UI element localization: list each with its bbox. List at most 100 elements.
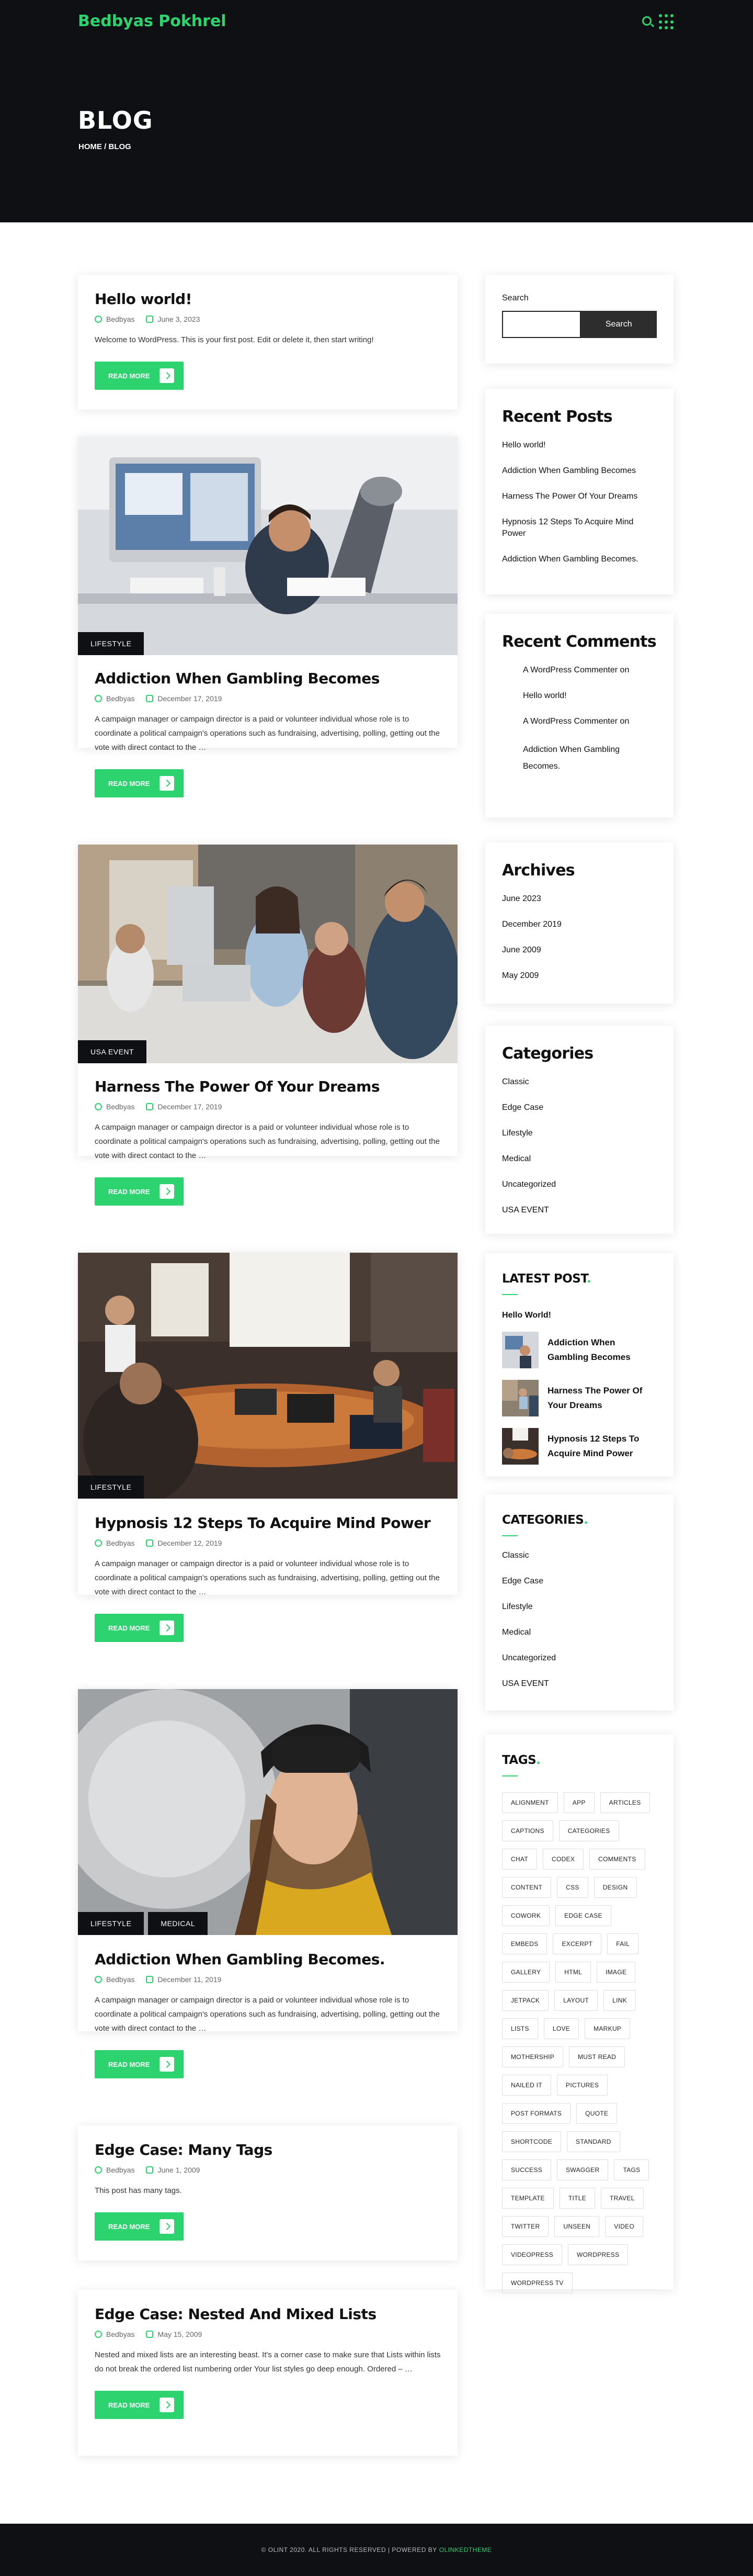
tag-chip[interactable]: ARTICLES bbox=[600, 1792, 650, 1813]
tag-chip[interactable]: GALLERY bbox=[502, 1962, 550, 1983]
comment-post-link[interactable]: Hello world! bbox=[523, 690, 657, 702]
tag-chip[interactable]: SUCCESS bbox=[502, 2159, 552, 2180]
latest-first-post[interactable]: Hello World! bbox=[502, 1311, 657, 1320]
tag-chip[interactable]: PICTURES bbox=[557, 2075, 608, 2096]
tag-chip[interactable]: APP bbox=[563, 1792, 595, 1813]
list-item[interactable]: Hypnosis 12 Steps To Acquire Mind Power bbox=[502, 516, 657, 539]
read-more-button[interactable]: READ MORE bbox=[95, 2391, 184, 2419]
list-item[interactable]: June 2009 bbox=[502, 944, 657, 956]
list-item[interactable]: Lifestyle bbox=[502, 1601, 657, 1613]
post-date[interactable]: December 12, 2019 bbox=[157, 1539, 222, 1547]
tag-chip[interactable]: WORDPRESS TV bbox=[502, 2273, 573, 2293]
tag-chip[interactable]: LISTS bbox=[502, 2018, 538, 2039]
tag-chip[interactable]: WORDPRESS bbox=[568, 2244, 629, 2265]
category-badge[interactable]: MEDICAL bbox=[148, 1912, 208, 1935]
tag-chip[interactable]: COWORK bbox=[502, 1905, 550, 1926]
comment-author[interactable]: A WordPress Commenter on bbox=[523, 665, 657, 676]
read-more-button[interactable]: READ MORE bbox=[95, 1177, 184, 1206]
post-title[interactable]: Hypnosis 12 Steps To Acquire Mind Power bbox=[95, 1514, 441, 1532]
tag-chip[interactable]: MOTHERSHIP bbox=[502, 2046, 564, 2067]
tag-chip[interactable]: FAIL bbox=[607, 1933, 639, 1954]
post-author[interactable]: Bedbyas bbox=[106, 2166, 134, 2174]
list-item[interactable]: Uncategorized bbox=[502, 1652, 657, 1664]
list-item[interactable]: Edge Case bbox=[502, 1576, 657, 1587]
latest-post-item[interactable]: Harness The Power Of Your Dreams bbox=[502, 1380, 657, 1416]
post-date[interactable]: May 15, 2009 bbox=[157, 2330, 202, 2338]
footer-link[interactable]: OLINKEDTHEME bbox=[439, 2546, 492, 2553]
tag-chip[interactable]: EMBEDS bbox=[502, 1933, 547, 1954]
post-date[interactable]: December 17, 2019 bbox=[157, 694, 222, 703]
list-item[interactable]: Addiction When Gambling Becomes bbox=[502, 465, 657, 477]
tag-chip[interactable]: NAILED IT bbox=[502, 2075, 552, 2096]
tag-chip[interactable]: EDGE CASE bbox=[555, 1905, 611, 1926]
tag-chip[interactable]: CONTENT bbox=[502, 1877, 552, 1898]
read-more-button[interactable]: READ MORE bbox=[95, 362, 184, 390]
tag-chip[interactable]: LOVE bbox=[543, 2018, 579, 2039]
post-image[interactable]: LIFESTYLE bbox=[78, 436, 458, 655]
comment-post-link[interactable]: Addiction When Gambling Becomes. bbox=[523, 741, 657, 775]
post-date[interactable]: June 3, 2023 bbox=[157, 315, 200, 323]
read-more-button[interactable]: READ MORE bbox=[95, 2050, 184, 2078]
list-item[interactable]: May 2009 bbox=[502, 970, 657, 982]
category-badge[interactable]: LIFESTYLE bbox=[78, 1912, 144, 1935]
tag-chip[interactable]: HTML bbox=[555, 1962, 591, 1983]
post-image[interactable]: LIFESTYLE bbox=[78, 1253, 458, 1499]
list-item[interactable]: Addiction When Gambling Becomes. bbox=[502, 554, 657, 565]
comment-author[interactable]: A WordPress Commenter on bbox=[523, 716, 657, 727]
post-author[interactable]: Bedbyas bbox=[106, 315, 134, 323]
latest-post-item[interactable]: Addiction When Gambling Becomes bbox=[502, 1332, 657, 1368]
menu-grid-icon[interactable] bbox=[659, 14, 675, 30]
tag-chip[interactable]: VIDEO bbox=[605, 2216, 644, 2237]
search-input[interactable] bbox=[502, 311, 581, 338]
tag-chip[interactable]: EXCERPT bbox=[553, 1933, 602, 1954]
post-title[interactable]: Harness The Power Of Your Dreams bbox=[95, 1078, 441, 1095]
post-author[interactable]: Bedbyas bbox=[106, 1103, 134, 1111]
tag-chip[interactable]: IMAGE bbox=[597, 1962, 636, 1983]
search-button[interactable]: Search bbox=[580, 311, 657, 338]
category-badge[interactable]: LIFESTYLE bbox=[78, 632, 144, 655]
post-title[interactable]: Addiction When Gambling Becomes bbox=[95, 670, 441, 687]
tag-chip[interactable]: CODEX bbox=[542, 1849, 584, 1870]
post-author[interactable]: Bedbyas bbox=[106, 1539, 134, 1547]
read-more-button[interactable]: READ MORE bbox=[95, 1614, 184, 1642]
tag-chip[interactable]: TRAVEL bbox=[601, 2188, 644, 2209]
tag-chip[interactable]: COMMENTS bbox=[589, 1849, 645, 1870]
post-image[interactable]: USA EVENT bbox=[78, 845, 458, 1063]
tag-chip[interactable]: CATEGORIES bbox=[558, 1820, 619, 1841]
latest-post-title[interactable]: Hypnosis 12 Steps To Acquire Mind Power bbox=[547, 1432, 657, 1461]
tag-chip[interactable]: MUST READ bbox=[569, 2046, 625, 2067]
post-title[interactable]: Hello world! bbox=[95, 290, 441, 308]
list-item[interactable]: Medical bbox=[502, 1627, 657, 1638]
tag-chip[interactable]: MARKUP bbox=[585, 2018, 631, 2039]
tag-chip[interactable]: SHORTCODE bbox=[502, 2131, 562, 2152]
post-date[interactable]: December 17, 2019 bbox=[157, 1103, 222, 1111]
tag-chip[interactable]: TEMPLATE bbox=[502, 2188, 554, 2209]
tag-chip[interactable]: DESIGN bbox=[594, 1877, 637, 1898]
tag-chip[interactable]: CAPTIONS bbox=[502, 1820, 553, 1841]
tag-chip[interactable]: TITLE bbox=[559, 2188, 596, 2209]
tag-chip[interactable]: UNSEEN bbox=[554, 2216, 600, 2237]
tag-chip[interactable]: STANDARD bbox=[567, 2131, 620, 2152]
list-item[interactable]: Hello world! bbox=[502, 440, 657, 451]
post-image[interactable]: LIFESTYLE MEDICAL bbox=[78, 1689, 458, 1935]
tag-chip[interactable]: SWAGGER bbox=[557, 2159, 609, 2180]
tag-chip[interactable]: CSS bbox=[557, 1877, 588, 1898]
tag-chip[interactable]: LINK bbox=[603, 1990, 636, 2011]
latest-post-item[interactable]: Hypnosis 12 Steps To Acquire Mind Power bbox=[502, 1428, 657, 1465]
list-item[interactable]: Lifestyle bbox=[502, 1128, 657, 1139]
list-item[interactable]: June 2023 bbox=[502, 893, 657, 905]
post-title[interactable]: Addiction When Gambling Becomes. bbox=[95, 1951, 441, 1968]
tag-chip[interactable]: ALIGNMENT bbox=[502, 1792, 558, 1813]
post-author[interactable]: Bedbyas bbox=[106, 1975, 134, 1984]
tag-chip[interactable]: CHAT bbox=[502, 1849, 537, 1870]
list-item[interactable]: Edge Case bbox=[502, 1102, 657, 1113]
search-icon[interactable] bbox=[642, 16, 652, 26]
category-badge[interactable]: LIFESTYLE bbox=[78, 1476, 144, 1499]
post-author[interactable]: Bedbyas bbox=[106, 2330, 134, 2338]
tag-chip[interactable]: VIDEOPRESS bbox=[502, 2244, 563, 2265]
tag-chip[interactable]: JETPACK bbox=[502, 1990, 549, 2011]
list-item[interactable]: Harness The Power Of Your Dreams bbox=[502, 491, 657, 502]
post-date[interactable]: June 1, 2009 bbox=[157, 2166, 200, 2174]
latest-post-title[interactable]: Addiction When Gambling Becomes bbox=[547, 1335, 657, 1365]
post-title[interactable]: Edge Case: Many Tags bbox=[95, 2141, 441, 2158]
